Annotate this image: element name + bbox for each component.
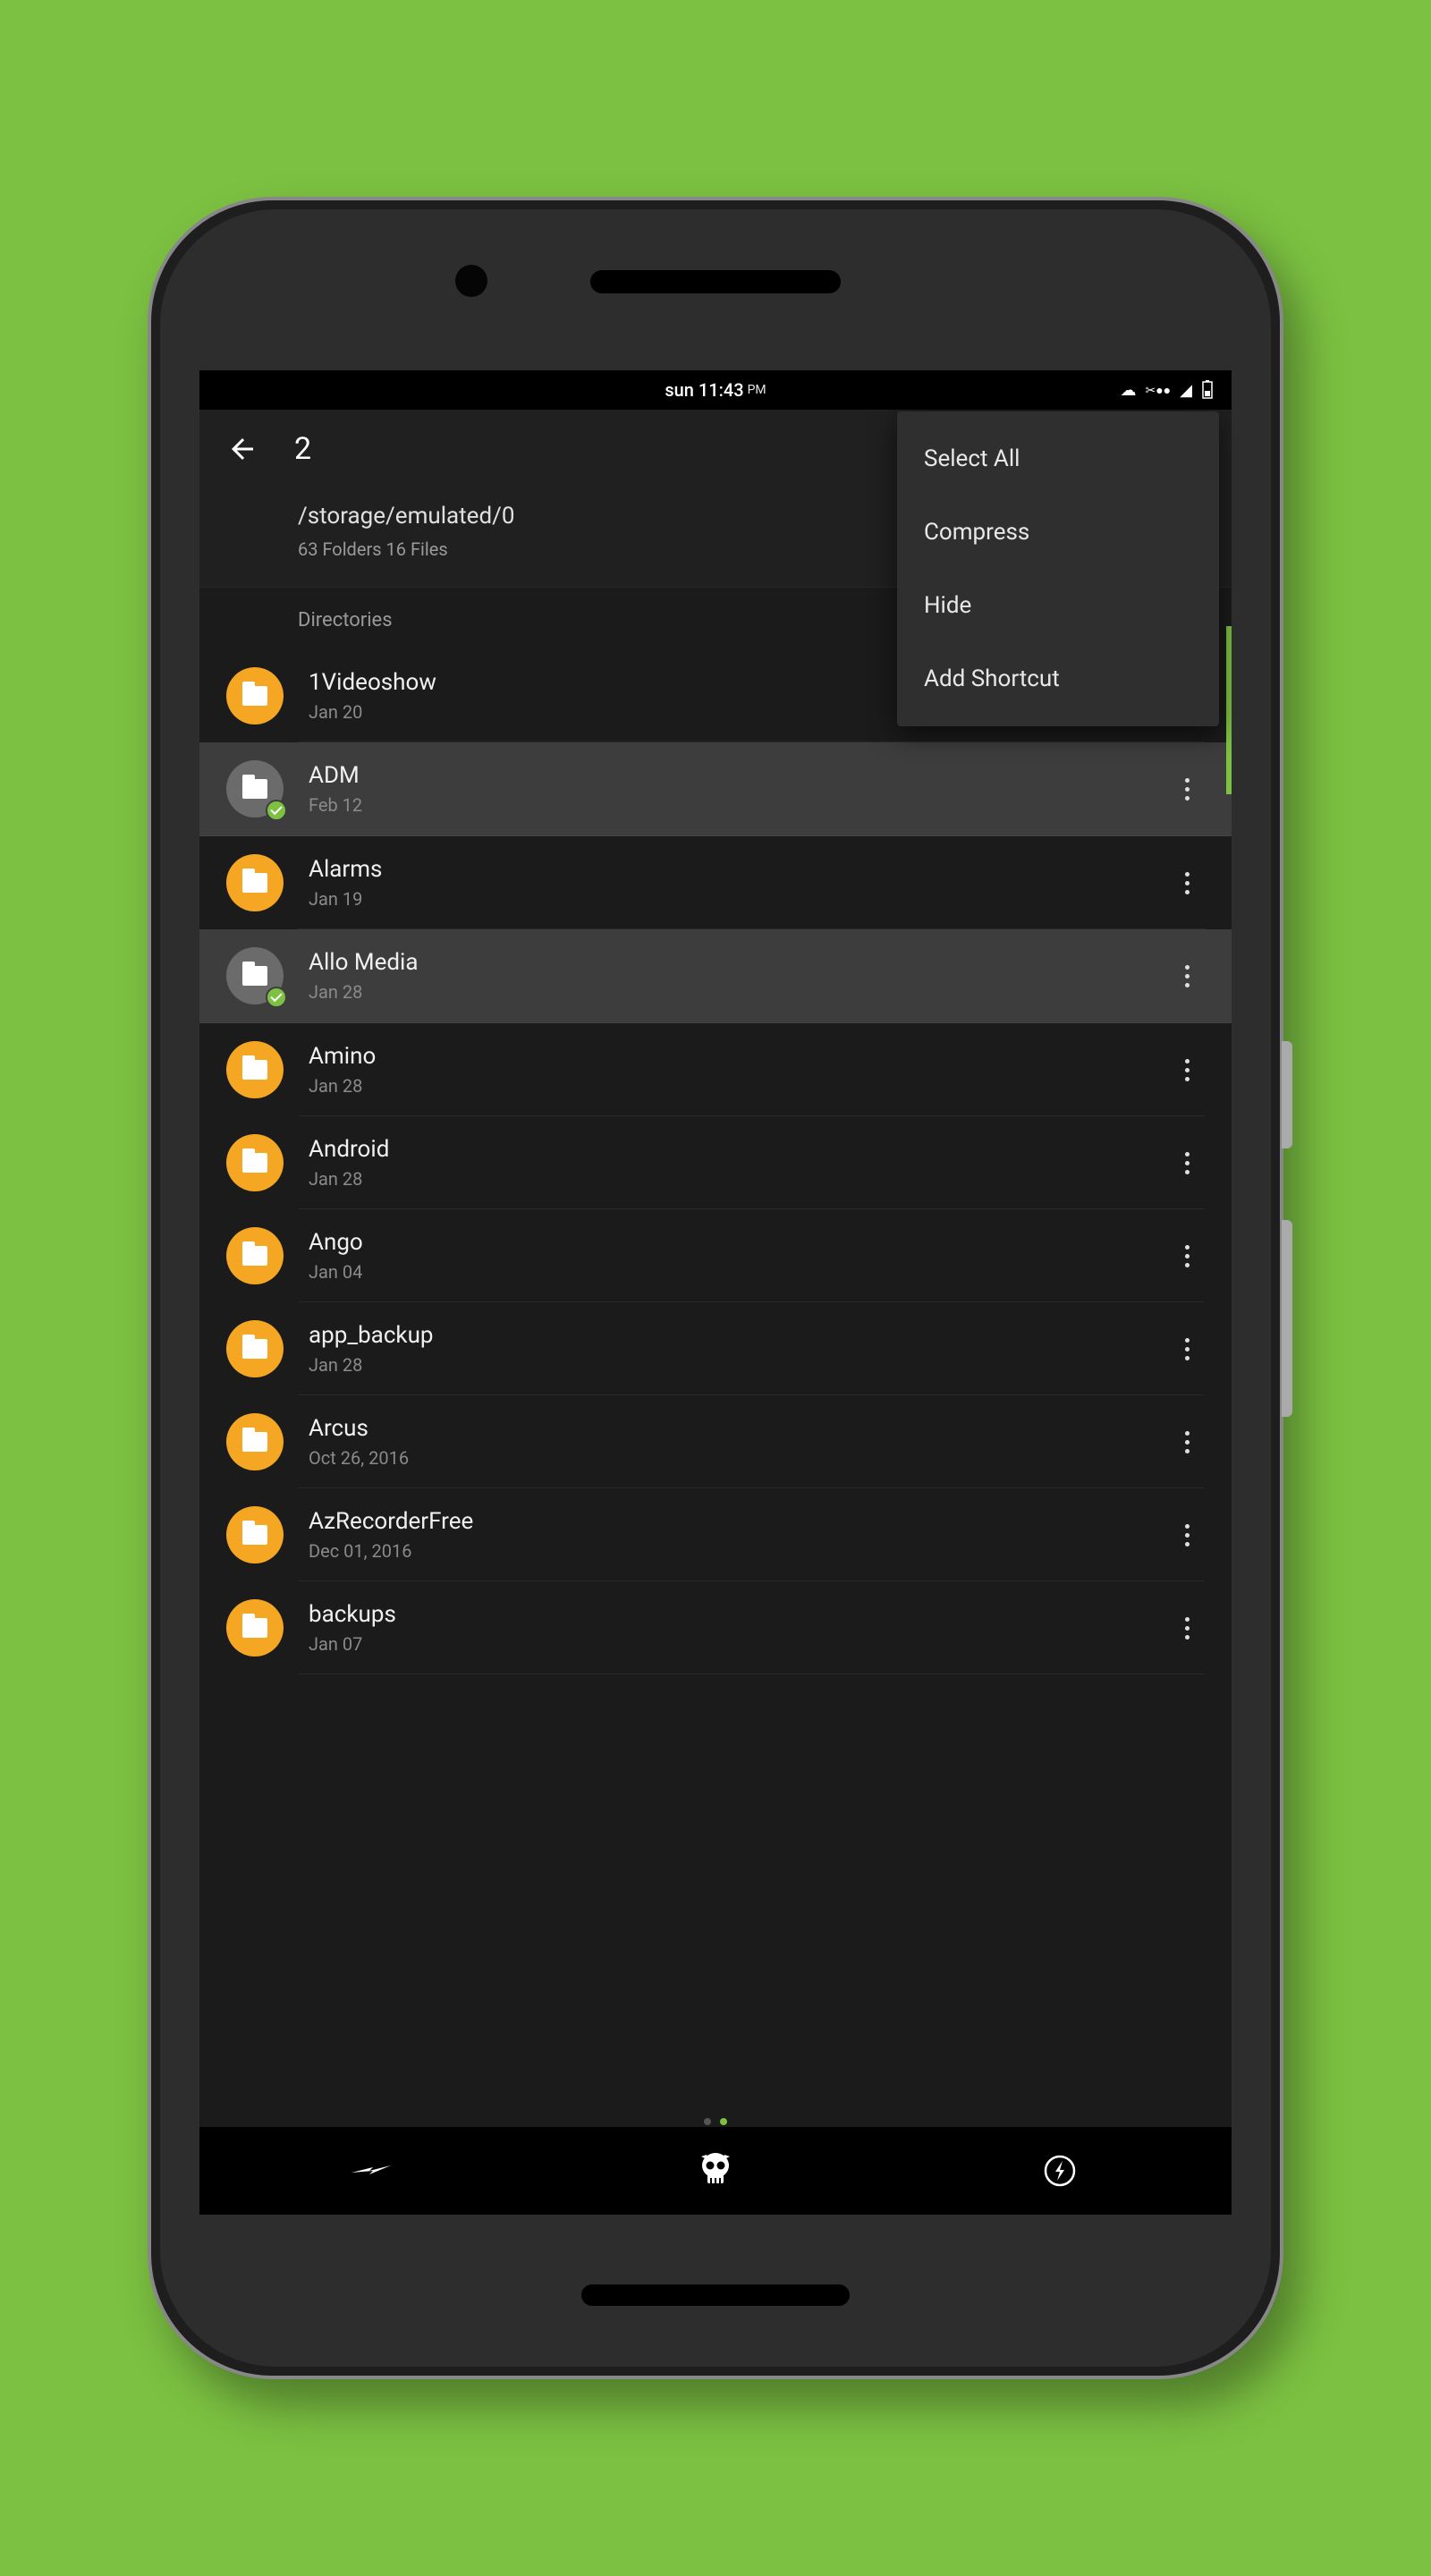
more-menu-icon[interactable] xyxy=(1169,1329,1205,1369)
menu-compress[interactable]: Compress xyxy=(897,496,1219,569)
folder-name: Ango xyxy=(309,1229,1169,1256)
folder-date: Dec 01, 2016 xyxy=(309,1540,1169,1562)
more-menu-icon[interactable] xyxy=(1169,1143,1205,1183)
folder-icon[interactable] xyxy=(226,667,284,724)
check-badge-icon xyxy=(266,800,287,821)
folder-icon[interactable] xyxy=(226,760,284,818)
folder-row[interactable]: app_backup Jan 28 xyxy=(199,1302,1232,1395)
page-dot xyxy=(704,2118,711,2125)
folder-name: Amino xyxy=(309,1043,1169,1070)
more-menu-icon[interactable] xyxy=(1169,1422,1205,1462)
more-menu-icon[interactable] xyxy=(1169,1050,1205,1090)
folder-row[interactable]: AzRecorderFree Dec 01, 2016 xyxy=(199,1488,1232,1581)
folder-name: AzRecorderFree xyxy=(309,1508,1169,1535)
folder-date: Feb 12 xyxy=(309,794,1169,816)
directory-list[interactable]: 1VideoshowJan 20ADMFeb 12AlarmsJan 19All… xyxy=(199,649,1232,1674)
folder-icon[interactable] xyxy=(226,1599,284,1657)
folder-date: Jan 07 xyxy=(309,1633,1169,1655)
context-menu: Select All Compress Hide Add Shortcut xyxy=(897,411,1219,726)
more-menu-icon[interactable] xyxy=(1169,1515,1205,1555)
folder-name: Alarms xyxy=(309,856,1169,883)
more-menu-icon[interactable] xyxy=(1169,956,1205,996)
status-ampm: PM xyxy=(748,383,766,397)
screen: sun 11:43 PM ☁ ✂●● ◢ 2 xyxy=(199,370,1232,2215)
folder-date: Jan 28 xyxy=(309,1168,1169,1190)
folder-row[interactable]: backups Jan 07 xyxy=(199,1581,1232,1674)
folder-icon[interactable] xyxy=(226,947,284,1004)
folder-icon[interactable] xyxy=(226,1413,284,1470)
folder-icon[interactable] xyxy=(226,1227,284,1284)
back-arrow-icon[interactable] xyxy=(226,433,258,465)
folder-row[interactable]: Allo Media Jan 28 xyxy=(199,929,1232,1023)
more-menu-icon[interactable] xyxy=(1169,769,1205,809)
scissors-icon: ✂●● xyxy=(1146,383,1172,398)
selection-count: 2 xyxy=(294,431,311,467)
more-menu-icon[interactable] xyxy=(1169,1236,1205,1276)
power-button xyxy=(1282,1041,1292,1148)
folder-row[interactable]: Amino Jan 28 xyxy=(199,1023,1232,1116)
folder-date: Jan 28 xyxy=(309,1354,1169,1376)
bottom-nav xyxy=(199,2127,1232,2215)
folder-date: Jan 04 xyxy=(309,1261,1169,1283)
status-icons: ☁ ✂●● ◢ xyxy=(1121,370,1215,410)
device-frame: sun 11:43 PM ☁ ✂●● ◢ 2 xyxy=(148,197,1283,2379)
device-inner: sun 11:43 PM ☁ ✂●● ◢ 2 xyxy=(160,209,1271,2367)
folder-row[interactable]: ADM Feb 12 xyxy=(199,742,1232,836)
page-dot-active xyxy=(720,2118,727,2125)
more-menu-icon[interactable] xyxy=(1169,1608,1205,1648)
front-camera xyxy=(455,265,487,297)
folder-name: ADM xyxy=(309,762,1169,789)
more-menu-icon[interactable] xyxy=(1169,863,1205,903)
folder-date: Oct 26, 2016 xyxy=(309,1447,1169,1469)
nav-flash-icon[interactable] xyxy=(199,2127,544,2215)
folder-icon[interactable] xyxy=(226,1320,284,1377)
folder-icon[interactable] xyxy=(226,854,284,911)
speaker-bottom xyxy=(581,2284,850,2306)
nav-skull-icon[interactable] xyxy=(544,2127,888,2215)
page-indicator xyxy=(704,2118,727,2125)
battery-icon xyxy=(1201,380,1214,400)
folder-name: Allo Media xyxy=(309,949,1169,976)
check-badge-icon xyxy=(266,987,287,1008)
menu-add-shortcut[interactable]: Add Shortcut xyxy=(897,642,1219,716)
folder-icon[interactable] xyxy=(226,1041,284,1098)
folder-row[interactable]: Android Jan 28 xyxy=(199,1116,1232,1209)
nav-bolt-circle-icon[interactable] xyxy=(887,2127,1232,2215)
cloud-icon: ☁ xyxy=(1121,381,1137,400)
folder-icon[interactable] xyxy=(226,1134,284,1191)
folder-icon[interactable] xyxy=(226,1506,284,1563)
scrollbar-indicator xyxy=(1226,626,1232,794)
folder-row[interactable]: Alarms Jan 19 xyxy=(199,836,1232,929)
status-time: sun 11:43 xyxy=(665,379,743,401)
volume-button xyxy=(1282,1220,1292,1417)
folder-date: Jan 28 xyxy=(309,1075,1169,1097)
speaker-top xyxy=(590,270,841,293)
folder-name: Android xyxy=(309,1136,1169,1163)
signal-icon: ◢ xyxy=(1180,381,1192,400)
folder-row[interactable]: Arcus Oct 26, 2016 xyxy=(199,1395,1232,1488)
folder-date: Jan 28 xyxy=(309,981,1169,1003)
folder-name: backups xyxy=(309,1601,1169,1628)
folder-row[interactable]: Ango Jan 04 xyxy=(199,1209,1232,1302)
menu-hide[interactable]: Hide xyxy=(897,569,1219,642)
menu-select-all[interactable]: Select All xyxy=(897,422,1219,496)
folder-name: app_backup xyxy=(309,1322,1169,1349)
folder-date: Jan 19 xyxy=(309,888,1169,910)
status-bar: sun 11:43 PM ☁ ✂●● ◢ xyxy=(199,370,1232,410)
folder-name: Arcus xyxy=(309,1415,1169,1442)
